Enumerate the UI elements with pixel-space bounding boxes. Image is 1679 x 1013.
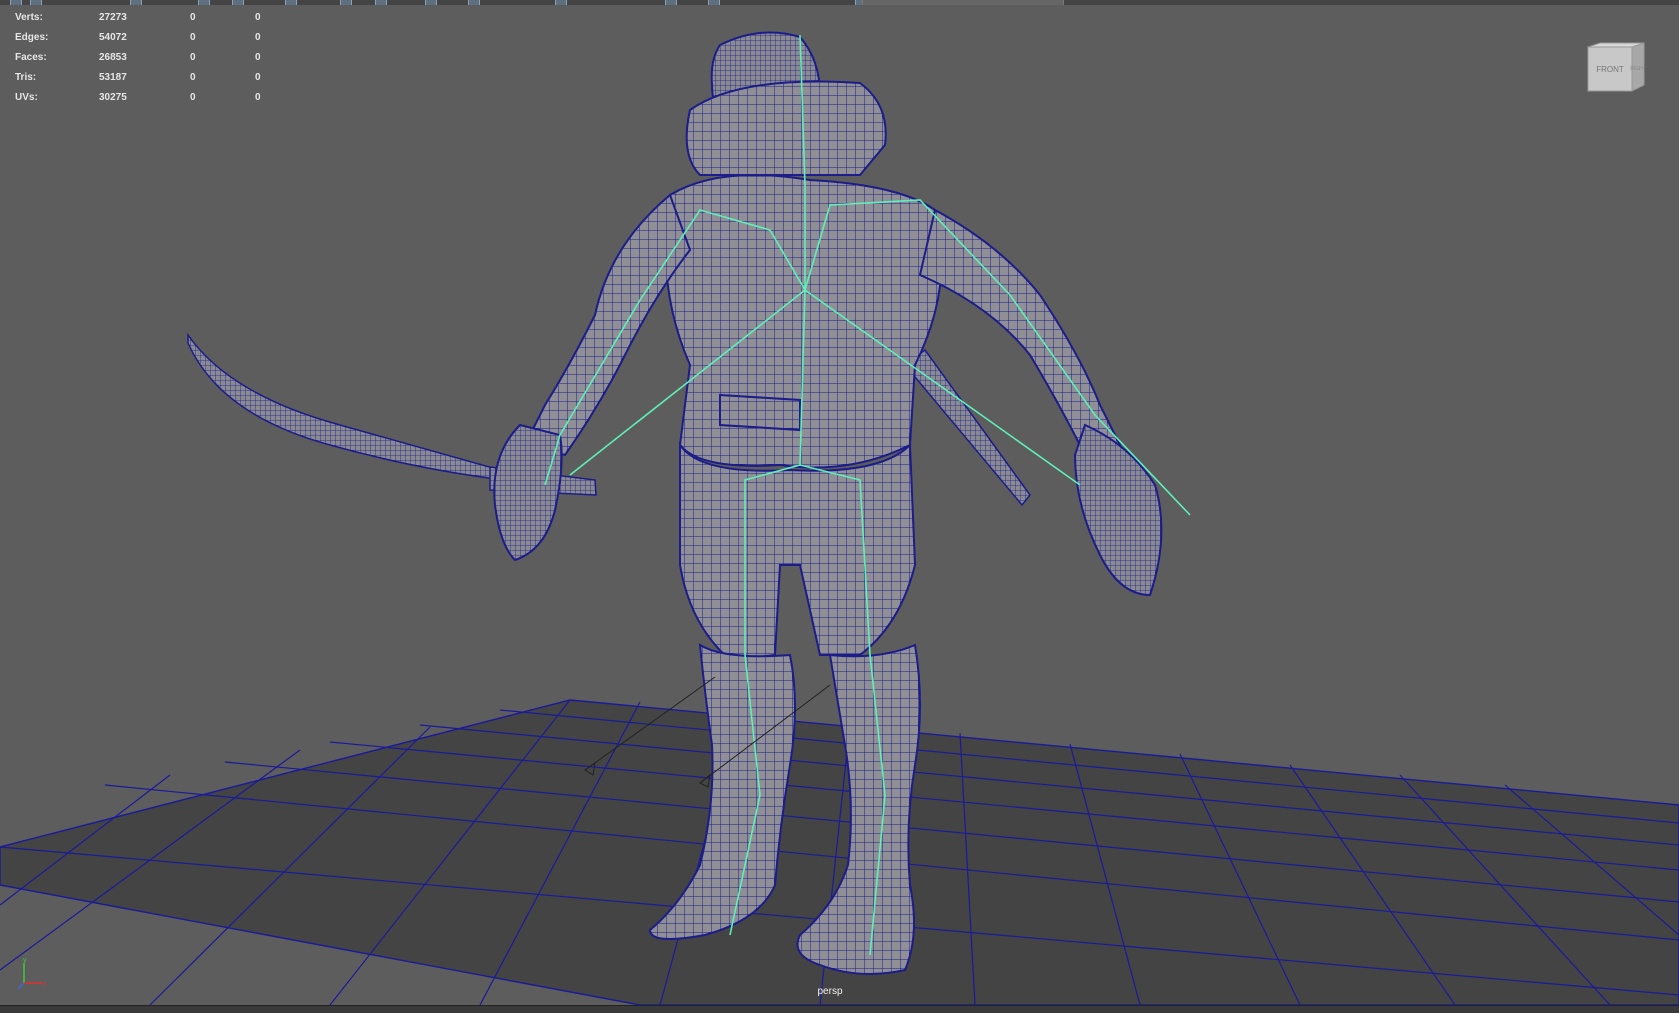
x-axis-label: x xyxy=(43,981,47,988)
y-axis-label: y xyxy=(23,957,27,964)
3d-viewport[interactable]: Verts: 27273 0 0 Edges: 54072 0 0 Faces:… xyxy=(0,5,1679,1005)
hud-row-uvs: UVs: 30275 0 0 xyxy=(15,88,265,108)
view-cube-front-label: FRONT xyxy=(1596,65,1624,74)
hud-value: 0 xyxy=(190,72,196,83)
hud-row-edges: Edges: 54072 0 0 xyxy=(15,28,265,48)
hud-value: 0 xyxy=(255,72,261,83)
z-axis-icon xyxy=(17,982,25,990)
hud-value: 0 xyxy=(190,12,196,23)
axis-gizmo: y x xyxy=(17,957,47,990)
hud-value: 0 xyxy=(255,32,261,43)
hud-value: 54072 xyxy=(99,32,127,43)
view-cube[interactable]: FRONT RIGHT xyxy=(1586,41,1646,95)
camera-name-label: persp xyxy=(817,986,843,997)
hud-label: Faces: xyxy=(15,52,47,63)
hud-value: 0 xyxy=(190,92,196,103)
hud-label: Verts: xyxy=(15,12,43,23)
hud-label: UVs: xyxy=(15,92,38,103)
hud-value: 0 xyxy=(255,12,261,23)
scene-canvas[interactable] xyxy=(0,5,1679,1005)
view-cube-right-label: RIGHT xyxy=(1630,66,1646,72)
hud-value: 53187 xyxy=(99,72,127,83)
hud-value: 0 xyxy=(190,32,196,43)
hud-label: Tris: xyxy=(15,72,37,83)
hud-label: Edges: xyxy=(15,32,49,43)
hud-value: 26853 xyxy=(99,52,127,63)
hud-value: 0 xyxy=(255,92,261,103)
hud-value: 30275 xyxy=(99,92,127,103)
hud-row-verts: Verts: 27273 0 0 xyxy=(15,8,265,28)
hud-value: 27273 xyxy=(99,12,127,23)
hud-value: 0 xyxy=(255,52,261,63)
hud-row-tris: Tris: 53187 0 0 xyxy=(15,68,265,88)
hud-value: 0 xyxy=(190,52,196,63)
poly-count-hud: Verts: 27273 0 0 Edges: 54072 0 0 Faces:… xyxy=(15,8,265,108)
hud-row-faces: Faces: 26853 0 0 xyxy=(15,48,265,68)
